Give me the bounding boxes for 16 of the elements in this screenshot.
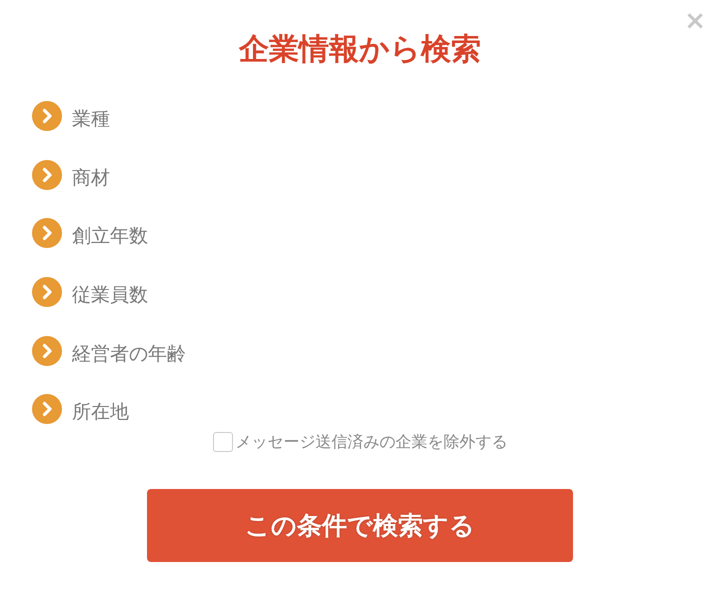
category-link[interactable]: 経営者の年齢 [72,340,186,367]
exclude-checkbox[interactable] [212,432,232,452]
chevron-icon [32,101,62,132]
dialog-title: 企業情報から検索 [239,32,481,68]
chevron-icon [32,394,62,424]
category-link[interactable]: 業種 [72,106,110,132]
category-link[interactable]: 創立年数 [72,223,148,250]
chevron-icon [32,160,62,190]
checkbox-label[interactable]: メッセージ送信済みの企業を除外する [236,432,508,453]
chevron-icon [32,218,62,248]
search-button[interactable]: この条件で検索する [147,488,573,562]
chevron-icon [32,277,62,308]
category-link[interactable]: 商材 [72,164,110,191]
category-link[interactable]: 所在地 [72,399,129,426]
category-link[interactable]: 従業員数 [72,282,148,308]
chevron-icon [32,336,62,366]
